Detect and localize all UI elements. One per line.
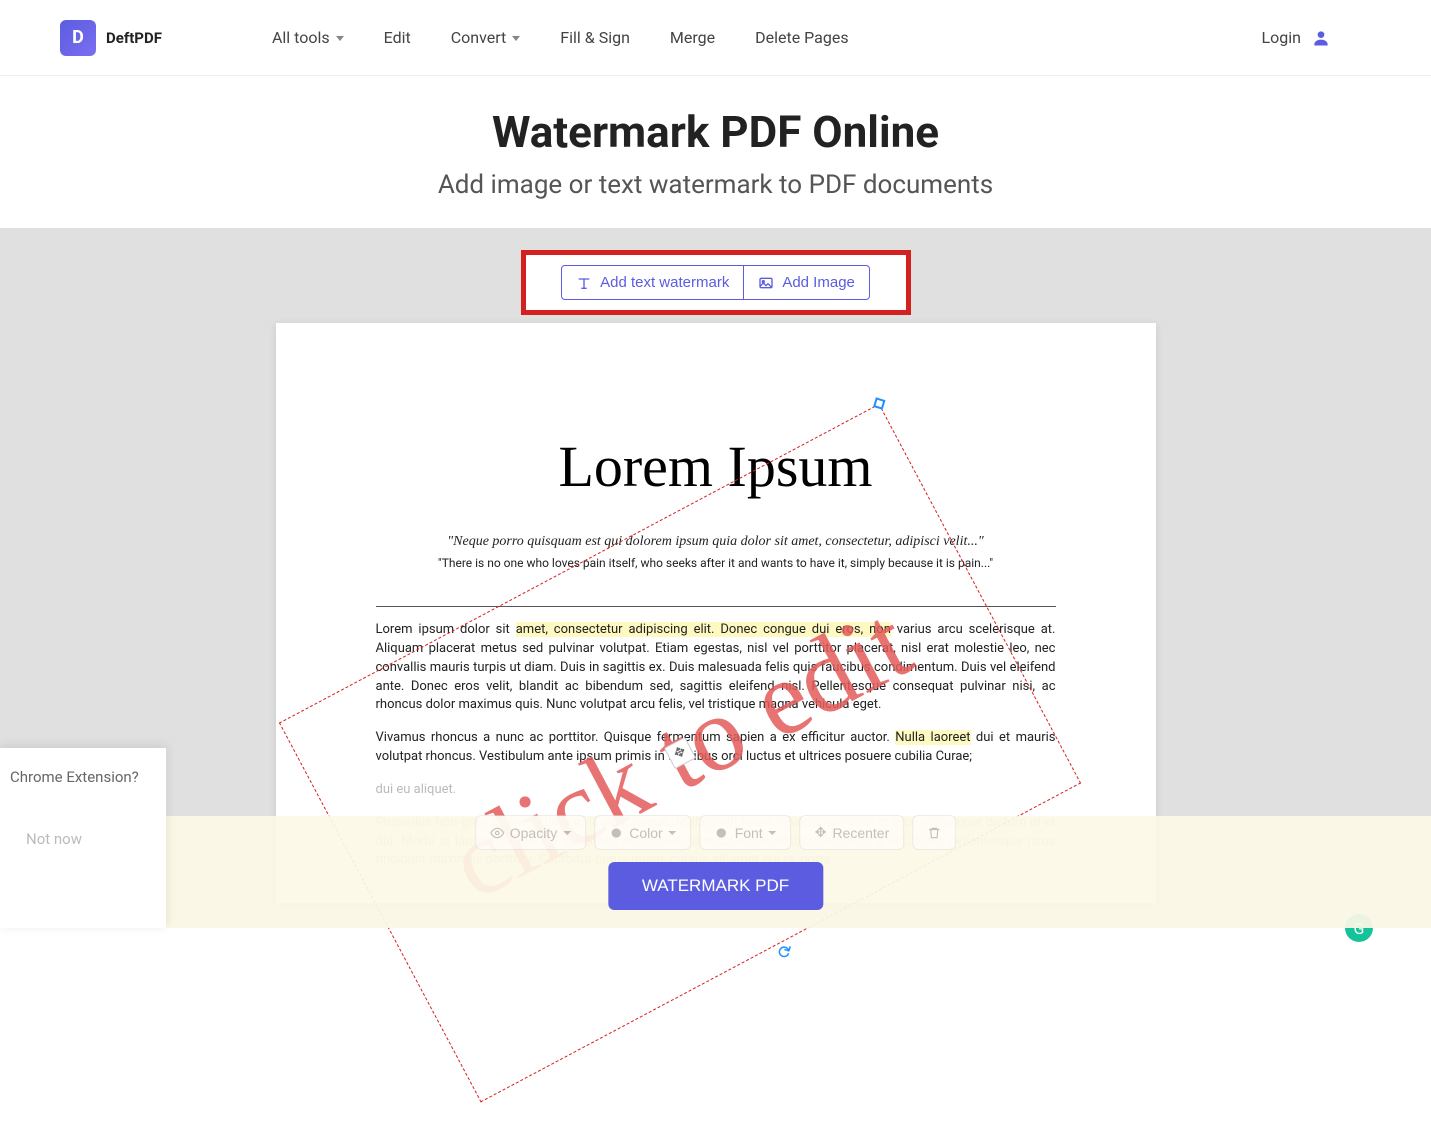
watermark-pdf-button[interactable]: WATERMARK PDF bbox=[608, 862, 823, 910]
user-icon bbox=[1311, 28, 1331, 48]
nav-fill-sign[interactable]: Fill & Sign bbox=[560, 28, 630, 47]
page-subtitle: Add image or text watermark to PDF docum… bbox=[0, 170, 1431, 200]
nav-delete-pages[interactable]: Delete Pages bbox=[755, 28, 848, 47]
rotate-handle-icon[interactable]: ⟳ bbox=[774, 939, 797, 965]
chevron-down-icon bbox=[336, 36, 344, 41]
palette-icon bbox=[609, 826, 623, 840]
color-button[interactable]: Color bbox=[594, 815, 691, 850]
chevron-down-icon bbox=[669, 831, 677, 835]
chrome-extension-popup: Chrome Extension? Not now bbox=[0, 748, 166, 928]
popup-title: Chrome Extension? bbox=[10, 768, 156, 786]
logo-icon[interactable]: D bbox=[60, 20, 96, 56]
chevron-down-icon bbox=[563, 831, 571, 835]
chevron-down-icon bbox=[512, 36, 520, 41]
title-area: Watermark PDF Online Add image or text w… bbox=[0, 76, 1431, 228]
document-paragraph-2: Vivamus rhoncus a nunc ac porttitor. Qui… bbox=[376, 729, 1056, 767]
header: D DeftPDF All tools Edit Convert Fill & … bbox=[0, 0, 1431, 76]
watermark-toolbar: Opacity Color Font ✥Recenter bbox=[475, 815, 957, 850]
nav-label: Convert bbox=[451, 28, 507, 47]
watermark-actions: Add text watermark Add Image bbox=[561, 265, 870, 300]
font-icon bbox=[715, 826, 729, 840]
not-now-button[interactable]: Not now bbox=[26, 830, 156, 848]
trash-icon bbox=[927, 826, 941, 840]
nav-convert[interactable]: Convert bbox=[451, 28, 521, 47]
divider bbox=[376, 606, 1056, 607]
chevron-down-icon bbox=[769, 831, 777, 835]
highlighted-text: amet, consectetur adipiscing elit. Donec… bbox=[516, 622, 891, 637]
nav: All tools Edit Convert Fill & Sign Merge… bbox=[272, 28, 849, 47]
button-label: Add text watermark bbox=[600, 274, 729, 291]
document-faded-line: dui eu aliquet. bbox=[376, 781, 1056, 800]
highlight-annotation: Add text watermark Add Image bbox=[521, 250, 911, 315]
recenter-button[interactable]: ✥Recenter bbox=[800, 815, 905, 850]
add-text-watermark-button[interactable]: Add text watermark bbox=[561, 265, 744, 300]
delete-button[interactable] bbox=[912, 815, 956, 850]
image-icon bbox=[758, 275, 774, 291]
nav-merge[interactable]: Merge bbox=[670, 28, 715, 47]
workspace: Add text watermark Add Image Lorem Ipsum… bbox=[0, 228, 1431, 928]
login-area[interactable]: Login bbox=[1262, 28, 1331, 48]
button-label: Add Image bbox=[782, 274, 855, 291]
add-image-button[interactable]: Add Image bbox=[744, 265, 870, 300]
login-text: Login bbox=[1262, 28, 1301, 47]
nav-all-tools[interactable]: All tools bbox=[272, 28, 344, 47]
document-quote: "Neque porro quisquam est qui dolorem ip… bbox=[376, 534, 1056, 550]
nav-edit[interactable]: Edit bbox=[384, 28, 411, 47]
text-icon bbox=[576, 275, 592, 291]
document-title: Lorem Ipsum bbox=[376, 433, 1056, 500]
opacity-button[interactable]: Opacity bbox=[475, 815, 586, 850]
move-icon: ✥ bbox=[815, 824, 827, 841]
eye-icon bbox=[490, 826, 504, 840]
font-button[interactable]: Font bbox=[700, 815, 792, 850]
document-subquote: "There is no one who loves pain itself, … bbox=[376, 556, 1056, 570]
page-title: Watermark PDF Online bbox=[0, 106, 1431, 158]
document-paragraph-1: Lorem ipsum dolor sit amet, consectetur … bbox=[376, 621, 1056, 715]
logo-letter: D bbox=[72, 27, 84, 48]
logo-text[interactable]: DeftPDF bbox=[106, 29, 162, 47]
nav-label: All tools bbox=[272, 28, 330, 47]
highlighted-text: Nulla laoreet bbox=[895, 730, 970, 745]
